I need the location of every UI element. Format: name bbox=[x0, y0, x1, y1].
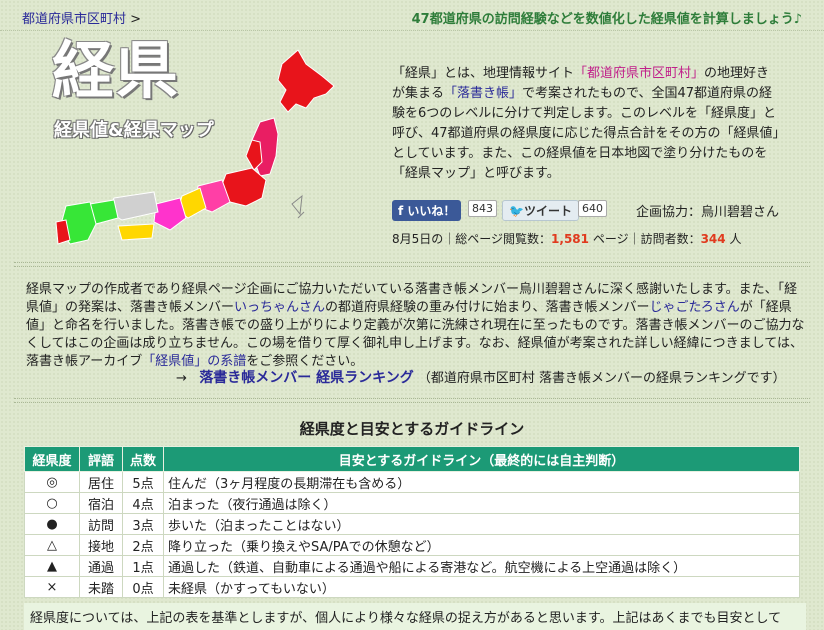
logo-title: 経県 bbox=[52, 34, 181, 107]
level-guideline: 降り立った（乗り換えやSA/PAでの休憩など） bbox=[163, 534, 800, 556]
divider bbox=[14, 402, 810, 403]
breadcrumb: 都道府県市区町村 > bbox=[22, 8, 141, 27]
level-points: 1点 bbox=[122, 555, 164, 577]
breadcrumb-separator: > bbox=[130, 12, 142, 27]
ranking-note: （都道府県市区町村 落書き帳メンバーの経県ランキングです） bbox=[417, 371, 786, 386]
level-symbol: ○ bbox=[24, 492, 80, 514]
access-stats: 8月5日の｜総ページ閲覧数：1,581 ページ｜訪問者数：344 人 bbox=[392, 230, 741, 247]
top-bar: 都道府県市区町村 > 47都道府県の訪問経験などを数値化した経県値を計算しましょ… bbox=[0, 0, 824, 31]
level-symbol: ▲ bbox=[24, 555, 80, 577]
level-term: 宿泊 bbox=[79, 492, 123, 514]
logo-subtitle: 経県値&経県マップ bbox=[54, 120, 214, 141]
divider bbox=[14, 398, 810, 399]
level-points: 0点 bbox=[122, 576, 164, 598]
level-symbol: × bbox=[24, 576, 80, 598]
divider bbox=[14, 262, 810, 263]
thanks-text-2: の都道府県経験の重み付けに始まり、落書き帳メンバー bbox=[325, 300, 650, 315]
arrow-icon: → bbox=[176, 371, 187, 386]
table-row: × 未踏 0点 未経県（かすってもいない） bbox=[24, 576, 800, 598]
social-bar: f いいね！ 843 🐦ツイート 640 企画協力：烏川碧碧さん bbox=[392, 199, 802, 221]
level-guideline: 泊まった（夜行通過は除く） bbox=[163, 492, 800, 514]
level-points: 4点 bbox=[122, 492, 164, 514]
table-row: ● 訪問 3点 歩いた（泊まったことはない） bbox=[24, 513, 800, 535]
col-header: 点数 bbox=[122, 446, 164, 472]
table-row: ◎ 居住 5点 住んだ（3ヶ月程度の長期滞在も含める） bbox=[24, 471, 800, 493]
pageview-count: 1,581 bbox=[551, 232, 589, 246]
facebook-icon: f bbox=[398, 204, 408, 218]
site-tagline: 47都道府県の訪問経験などを数値化した経県値を計算しましょう♪ bbox=[411, 12, 802, 27]
table-row: ▲ 通過 1点 通過した（鉄道、自動車による通過や船による寄港など。航空機による… bbox=[24, 555, 800, 577]
level-points: 2点 bbox=[122, 534, 164, 556]
guide-title: 経県度と目安とするガイドライン bbox=[299, 420, 525, 438]
twitter-bird-icon: 🐦 bbox=[509, 204, 524, 218]
level-guideline: 通過した（鉄道、自動車による通過や船による寄港など。航空機による上空通過は除く） bbox=[163, 555, 800, 577]
table-header-row: 経県度 評語 点数 目安とするガイドライン（最終的には自主判断） bbox=[24, 446, 800, 472]
level-term: 接地 bbox=[79, 534, 123, 556]
level-term: 通過 bbox=[79, 555, 123, 577]
member-link-jagotaro[interactable]: じゃごたろさん bbox=[650, 300, 740, 315]
visitor-count: 344 bbox=[700, 232, 726, 246]
level-guideline: 未経県（かすってもいない） bbox=[163, 576, 800, 598]
rakugaki-link[interactable]: 「落書き帳」 bbox=[444, 86, 522, 101]
stats-suffix: 人 bbox=[725, 232, 742, 246]
cooperation-credit: 企画協力：烏川碧碧さん bbox=[636, 205, 780, 220]
site-link[interactable]: 「都道府県市区町村」 bbox=[574, 66, 704, 81]
stats-prefix: 8月5日の｜総ページ閲覧数： bbox=[392, 232, 552, 246]
divider bbox=[14, 266, 810, 267]
like-label: いいね！ bbox=[407, 204, 456, 218]
level-symbol: △ bbox=[24, 534, 80, 556]
table-row: △ 接地 2点 降り立った（乗り換えやSA/PAでの休憩など） bbox=[24, 534, 800, 556]
level-points: 5点 bbox=[122, 471, 164, 493]
ranking-line: → 落書き帳メンバー 経県ランキング （都道府県市区町村 落書き帳メンバーの経県… bbox=[176, 367, 786, 387]
col-header: 経県度 bbox=[24, 446, 80, 472]
level-symbol: ◎ bbox=[24, 471, 80, 493]
acknowledgement-paragraph: 経県マップの作成者であり経県ページ企画にご協力いただいている落書き帳メンバー烏川… bbox=[26, 281, 806, 371]
intro-paragraph: 「経県」とは、地理情報サイト「都道府県市区町村」の地理好きが集まる「落書き帳」で… bbox=[392, 64, 782, 184]
level-term: 居住 bbox=[79, 471, 123, 493]
breadcrumb-home-link[interactable]: 都道府県市区町村 bbox=[22, 12, 126, 27]
guideline-table: 経県度 評語 点数 目安とするガイドライン（最終的には自主判断） ◎ 居住 5点… bbox=[24, 446, 800, 598]
col-header: 評語 bbox=[79, 446, 123, 472]
col-header: 目安とするガイドライン（最終的には自主判断） bbox=[163, 446, 800, 472]
facebook-like-button[interactable]: f いいね！ bbox=[392, 200, 462, 221]
level-guideline: 歩いた（泊まったことはない） bbox=[163, 513, 800, 535]
level-points: 3点 bbox=[122, 513, 164, 535]
stats-mid: ページ｜訪問者数： bbox=[589, 232, 701, 246]
table-row: ○ 宿泊 4点 泊まった（夜行通過は除く） bbox=[24, 492, 800, 514]
level-guideline: 住んだ（3ヶ月程度の長期滞在も含める） bbox=[163, 471, 800, 493]
keiken-logo: 経県 経県値&経県マップ bbox=[30, 36, 350, 251]
level-term: 未踏 bbox=[79, 576, 123, 598]
level-symbol: ● bbox=[24, 513, 80, 535]
guide-note: 経県度については、上記の表を基準としますが、個人により様々な経県の捉え方があると… bbox=[24, 603, 806, 630]
member-link-icchan[interactable]: いっちゃんさん bbox=[234, 300, 325, 315]
tweet-label: ツイート bbox=[523, 204, 572, 218]
ranking-link[interactable]: 落書き帳メンバー 経県ランキング bbox=[199, 370, 413, 386]
tweet-button[interactable]: 🐦ツイート bbox=[502, 200, 579, 221]
tweet-count: 640 bbox=[578, 200, 607, 217]
like-count: 843 bbox=[468, 200, 497, 217]
level-term: 訪問 bbox=[79, 513, 123, 535]
intro-text-1: 「経県」とは、地理情報サイト bbox=[392, 66, 575, 81]
